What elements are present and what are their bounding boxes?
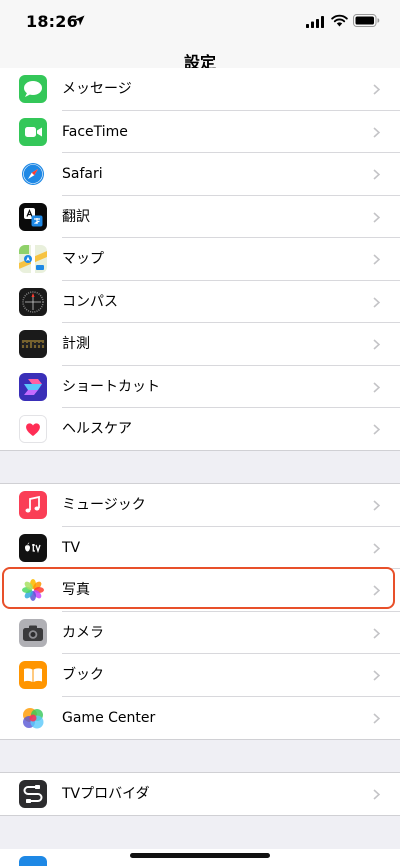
settings-row-label: TVプロバイダ: [62, 786, 150, 802]
group-divider: [0, 739, 400, 740]
chevron-right-icon: [373, 126, 380, 138]
maps-icon: [19, 245, 47, 273]
settings-row-facetime[interactable]: FaceTime: [0, 111, 400, 153]
health-icon: [19, 415, 47, 443]
status-time: 18:26: [26, 12, 78, 31]
chevron-right-icon: [373, 542, 380, 554]
chevron-right-icon: [373, 670, 380, 681]
music-icon: [19, 491, 47, 519]
group-divider: [0, 815, 400, 816]
books-icon: [19, 661, 47, 689]
settings-row-music[interactable]: ミュージック: [0, 484, 400, 527]
settings-row-measure[interactable]: 計測: [0, 323, 400, 366]
settings-row-label: ショートカット: [62, 378, 160, 395]
settings-row-safari[interactable]: Safari: [0, 153, 400, 196]
settings-row-label: ヘルスケア: [62, 421, 132, 437]
settings-row-label: ブック: [62, 667, 104, 683]
highlight-outline: [2, 567, 395, 609]
settings-group-apps-1: メッセージ FaceTime Safari 翻訳 マップ コンパス 計測 ショー…: [0, 68, 400, 451]
cellular-signal-icon: [306, 16, 324, 28]
settings-row-label: マップ: [62, 251, 104, 267]
status-bar: 18:26: [0, 0, 400, 44]
settings-row-health[interactable]: ヘルスケア: [0, 408, 400, 451]
chevron-right-icon: [373, 339, 380, 350]
settings-row-messages[interactable]: メッセージ: [0, 68, 400, 111]
settings-row-shortcuts[interactable]: ショートカット: [0, 366, 400, 408]
chevron-right-icon: [373, 169, 380, 180]
settings-row-tv[interactable]: TV: [0, 527, 400, 569]
chevron-right-icon: [373, 381, 380, 393]
settings-row-label: FaceTime: [62, 123, 128, 140]
settings-row-label: ミュージック: [62, 497, 146, 513]
chevron-right-icon: [373, 500, 380, 511]
settings-group-tv-provider: TVプロバイダ: [0, 773, 400, 816]
safari-icon: [19, 160, 47, 188]
settings-row-label: 計測: [62, 336, 90, 352]
chevron-right-icon: [373, 789, 380, 800]
settings-group-apps-2: ミュージック TV 写真 カメラ ブック Game Center: [0, 484, 400, 739]
settings-row-label: Safari: [62, 166, 103, 182]
settings-row-label: TV: [62, 539, 81, 556]
chevron-right-icon: [373, 254, 380, 265]
chevron-right-icon: [373, 627, 380, 639]
location-arrow-icon: [74, 15, 85, 26]
settings-row-label: カメラ: [62, 624, 104, 641]
compass-icon: [19, 287, 47, 316]
chevron-right-icon: [373, 296, 380, 308]
tv-provider-icon: [19, 780, 47, 808]
shortcuts-icon: [19, 372, 47, 401]
messages-icon: [19, 75, 47, 103]
chevron-right-icon: [373, 211, 380, 223]
settings-row-label: メッセージ: [62, 81, 132, 97]
partial-row-icon: [19, 856, 47, 866]
chevron-right-icon: [373, 712, 380, 724]
chevron-right-icon: [373, 84, 380, 95]
settings-row-label: 翻訳: [62, 208, 90, 225]
measure-icon: [19, 330, 47, 358]
settings-row-tv-provider[interactable]: TVプロバイダ: [0, 773, 400, 816]
chevron-right-icon: [373, 424, 380, 435]
camera-icon: [19, 618, 47, 647]
settings-row-camera[interactable]: カメラ: [0, 612, 400, 654]
settings-row-label: Game Center: [62, 709, 156, 726]
settings-row-game-center[interactable]: Game Center: [0, 697, 400, 740]
settings-row-books[interactable]: ブック: [0, 654, 400, 697]
translate-icon: [19, 202, 47, 231]
wifi-icon: [331, 14, 348, 27]
tv-icon: [19, 533, 47, 562]
settings-row-compass[interactable]: コンパス: [0, 281, 400, 323]
home-indicator: [130, 853, 270, 858]
facetime-icon: [19, 117, 47, 146]
settings-row-translate[interactable]: 翻訳: [0, 196, 400, 238]
settings-row-maps[interactable]: マップ: [0, 238, 400, 281]
settings-row-label: コンパス: [62, 293, 118, 310]
group-divider: [0, 450, 400, 451]
battery-icon: [353, 14, 380, 27]
game-center-icon: [19, 703, 47, 732]
